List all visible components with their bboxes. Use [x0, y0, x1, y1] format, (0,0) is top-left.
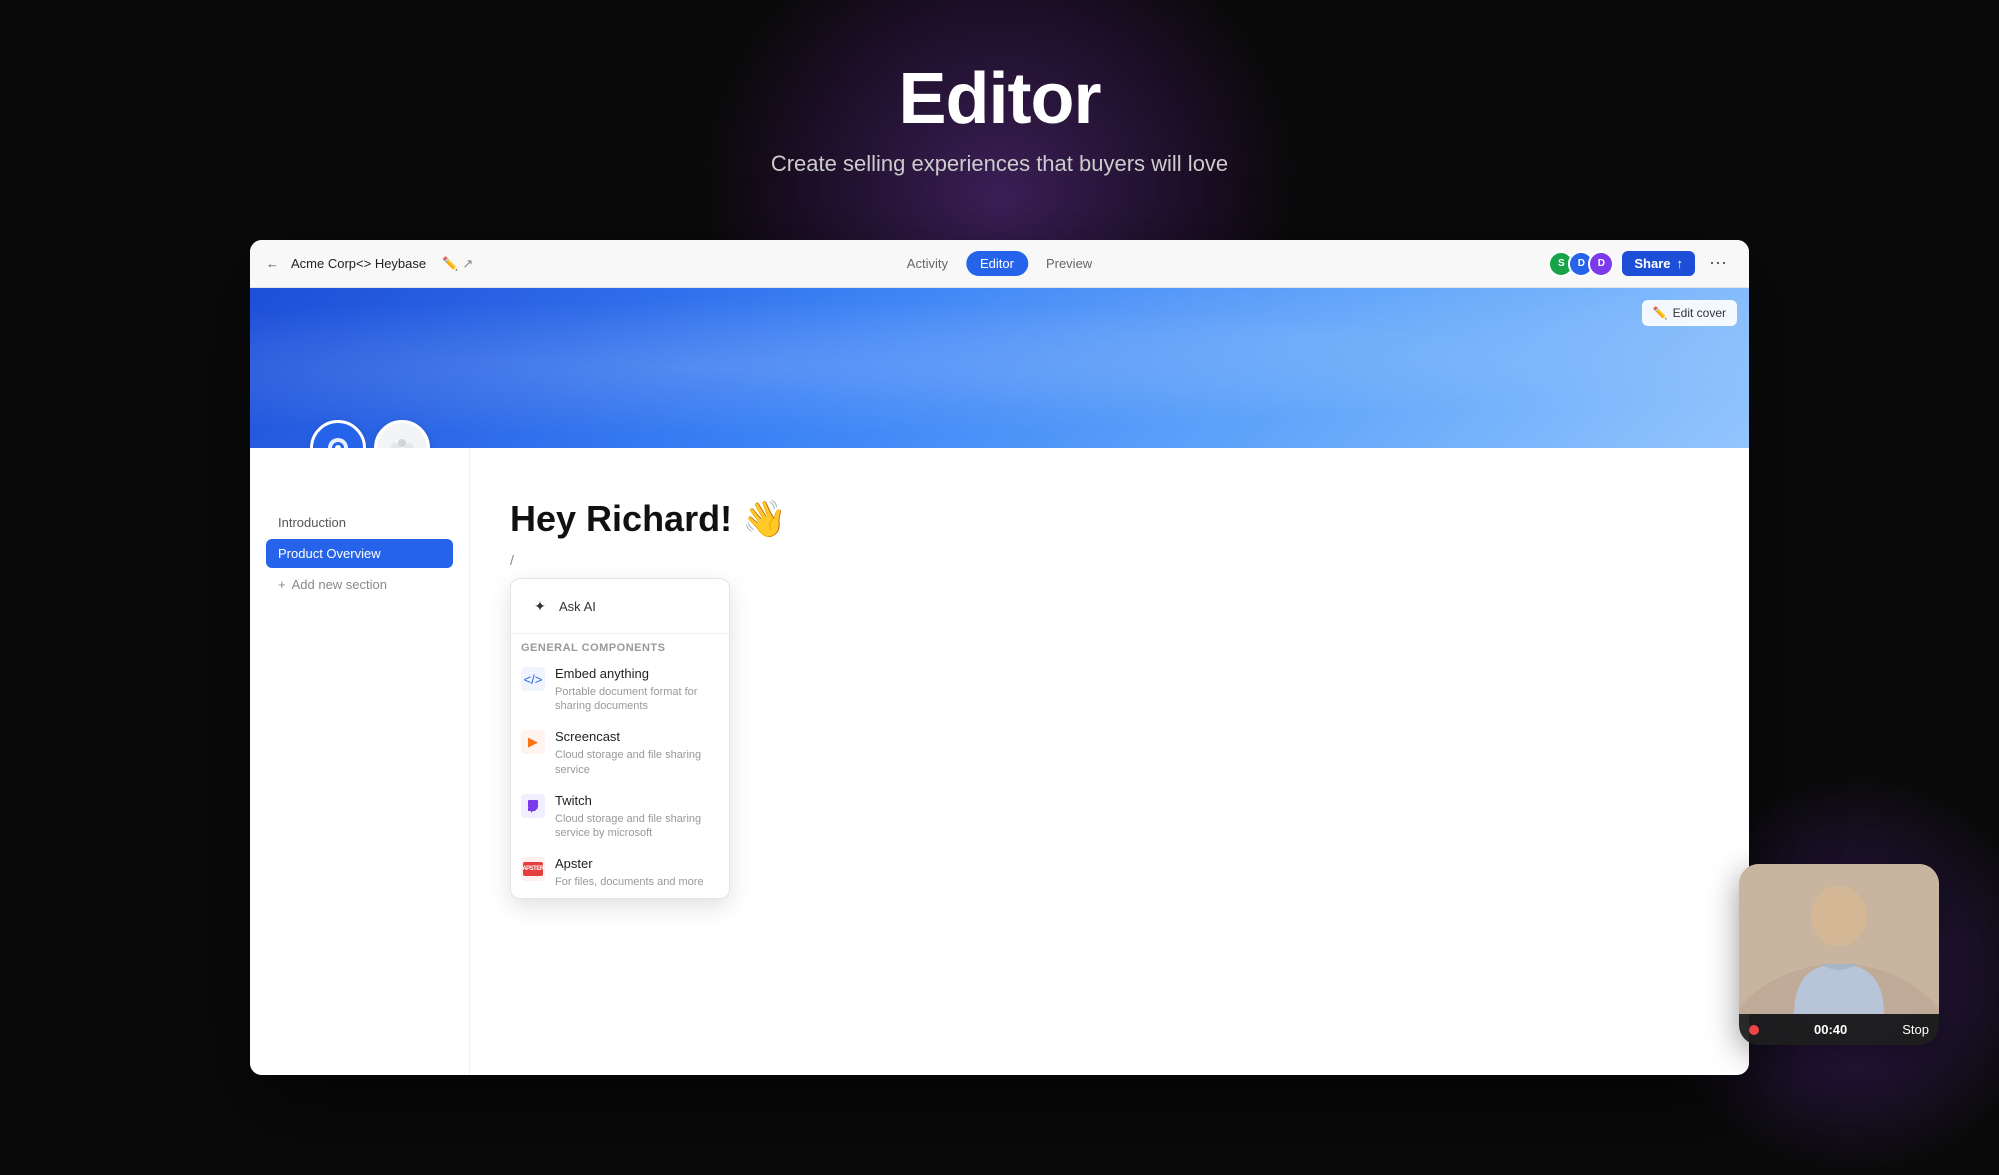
embed-title: Embed anything — [555, 666, 719, 683]
recording-indicator — [1749, 1025, 1759, 1035]
content-area: Introduction Product Overview + Add new … — [250, 448, 1749, 1075]
twitch-title: Twitch — [555, 793, 719, 810]
ask-ai-item[interactable]: ✦ Ask AI — [519, 587, 721, 625]
screencast-desc: Cloud storage and file sharing service — [555, 748, 719, 777]
apster-icon: APSTER — [521, 857, 545, 881]
back-arrow-icon: ← — [266, 256, 279, 271]
sidebar-item-introduction[interactable]: Introduction — [266, 508, 453, 537]
share-button[interactable]: Share ↑ — [1622, 251, 1695, 276]
dropdown-top: ✦ Ask AI — [511, 579, 729, 633]
hero-subtitle: Create selling experiences that buyers w… — [771, 151, 1228, 177]
embed-desc: Portable document format for sharing doc… — [555, 685, 719, 714]
tab-editor[interactable]: Editor — [966, 251, 1028, 276]
dropdown-item-screencast[interactable]: ▶ Screencast Cloud storage and file shar… — [511, 721, 729, 784]
dropdown-item-twitch[interactable]: Twitch Cloud storage and file sharing se… — [511, 785, 729, 848]
dropdown-item-embed[interactable]: </> Embed anything Portable document for… — [511, 658, 729, 721]
twitch-desc: Cloud storage and file sharing service b… — [555, 812, 719, 841]
dropdown-item-apster[interactable]: APSTER Apster For files, documents and m… — [511, 848, 729, 897]
slash-command-indicator[interactable]: / — [510, 552, 1709, 568]
avatar-d2: D — [1588, 251, 1614, 277]
edit-breadcrumb-icon[interactable]: ✏️ — [442, 256, 458, 272]
breadcrumb-icons: ✏️ ↗ — [442, 256, 473, 272]
recording-time: 00:40 — [1814, 1022, 1847, 1037]
logo-heybase — [310, 420, 366, 448]
back-button[interactable]: ← — [266, 256, 279, 271]
sidebar-add-section[interactable]: + Add new section — [266, 570, 453, 599]
logo-acme — [374, 420, 430, 448]
topbar-right: S D D Share ↑ ⋯ — [1548, 251, 1733, 277]
avatar-group: S D D — [1548, 251, 1614, 277]
share-label: Share — [1634, 256, 1670, 271]
breadcrumb: Acme Corp<> Heybase — [291, 256, 426, 271]
screencast-icon: ▶ — [521, 730, 545, 754]
sidebar-item-product-overview[interactable]: Product Overview — [266, 539, 453, 568]
screencast-item-content: Screencast Cloud storage and file sharin… — [555, 729, 719, 776]
browser-topbar: ← Acme Corp<> Heybase ✏️ ↗ Activity Edit… — [250, 240, 1749, 288]
add-icon: + — [278, 577, 286, 592]
cover-area: ✏️ Edit cover — [250, 288, 1749, 448]
tab-activity[interactable]: Activity — [893, 251, 962, 276]
editor-main: Hey Richard! 👋 / ✦ Ask AI General compon… — [470, 448, 1749, 1075]
video-feed — [1739, 864, 1939, 1014]
topbar-nav: Activity Editor Preview — [893, 251, 1106, 276]
stop-recording-button[interactable]: Stop — [1902, 1022, 1929, 1037]
editor-greeting: Hey Richard! 👋 — [510, 498, 1709, 540]
share-icon: ↑ — [1677, 256, 1684, 271]
slash-command-dropdown: ✦ Ask AI General components </> Embed an… — [510, 578, 730, 899]
screencast-title: Screencast — [555, 729, 719, 746]
external-link-icon[interactable]: ↗ — [462, 256, 473, 272]
edit-pencil-icon: ✏️ — [1653, 306, 1668, 320]
twitch-item-content: Twitch Cloud storage and file sharing se… — [555, 793, 719, 840]
hero-title: Editor — [771, 60, 1228, 139]
sidebar: Introduction Product Overview + Add new … — [250, 448, 470, 1075]
dropdown-section-label: General components — [511, 634, 729, 658]
apster-title: Apster — [555, 856, 719, 873]
ai-sparkle-icon: ✦ — [529, 595, 551, 617]
video-controls: 00:40 Stop — [1739, 1014, 1939, 1045]
hero-section: Editor Create selling experiences that b… — [771, 60, 1228, 177]
edit-cover-label: Edit cover — [1673, 306, 1726, 320]
embed-item-content: Embed anything Portable document format … — [555, 666, 719, 713]
ask-ai-label: Ask AI — [559, 599, 596, 614]
add-section-label: Add new section — [292, 577, 387, 592]
edit-cover-button[interactable]: ✏️ Edit cover — [1642, 300, 1737, 326]
apster-item-content: Apster For files, documents and more — [555, 856, 719, 889]
browser-window: ← Acme Corp<> Heybase ✏️ ↗ Activity Edit… — [250, 240, 1749, 1075]
logo-area — [310, 420, 430, 448]
video-widget: 00:40 Stop — [1739, 864, 1939, 1045]
tab-preview[interactable]: Preview — [1032, 251, 1106, 276]
more-options-button[interactable]: ⋯ — [1703, 251, 1733, 276]
embed-icon: </> — [521, 667, 545, 691]
twitch-icon — [521, 794, 545, 818]
apster-desc: For files, documents and more — [555, 875, 719, 889]
